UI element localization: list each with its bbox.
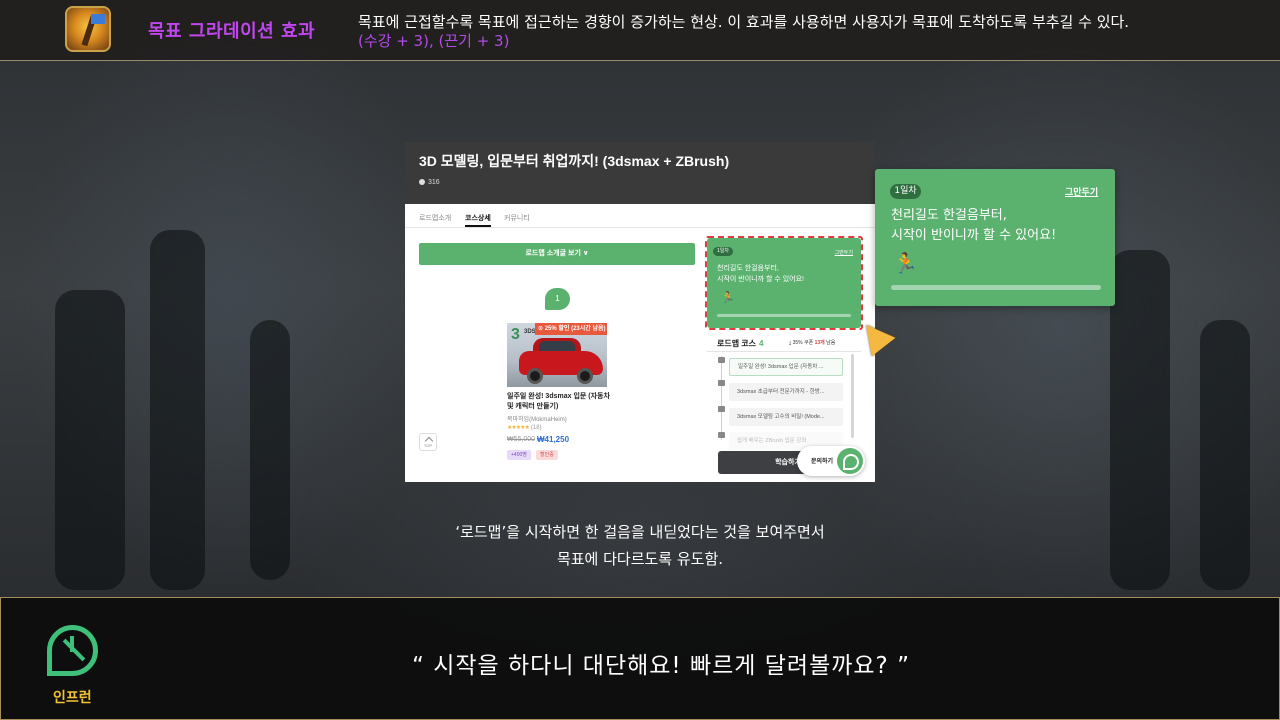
tag-discount: 할인중 bbox=[536, 450, 558, 460]
brand-name: 인프런 bbox=[53, 690, 92, 706]
course-header: 3D 모델링, 입문부터 취업까지! (3dsmax + ZBrush) 316 bbox=[405, 142, 875, 204]
highlight-dashed-frame bbox=[705, 236, 863, 330]
course-card-title[interactable]: 일주일 완성! 3dsmax 입문 (자동차 및 캐릭터 만들기) bbox=[507, 392, 611, 412]
lock-icon bbox=[718, 357, 725, 363]
effect-description: 목표에 근접할수록 목표에 접근하는 경향이 증가하는 현상. 이 효과를 사용… bbox=[358, 13, 1130, 31]
zoom-message-line1: 천리길도 한걸음부터, bbox=[891, 208, 1007, 223]
zoom-quit-button[interactable]: 그만두기 bbox=[1065, 185, 1098, 198]
zoom-progress-bar bbox=[891, 285, 1101, 290]
roadmap-course-count: 4 bbox=[759, 339, 764, 348]
roadmap-scrollbar[interactable] bbox=[851, 354, 854, 438]
caption: ‘로드맵’을 시작하면 한 걸음을 내딛었다는 것을 보여주면서 목표에 다다르… bbox=[330, 519, 950, 573]
effect-stats: (수강 + 3), (끈기 + 3) bbox=[358, 32, 510, 50]
tab-community[interactable]: 커뮤니티 bbox=[504, 213, 530, 223]
zoom-message-line2: 시작이 반이니까 할 수 있어요! bbox=[891, 228, 1057, 243]
course-card-author: 목마히임(MokmaHeim) bbox=[507, 417, 567, 423]
dialog-box: 인프런 “ 시작을 하다니 대단해요! 빠르게 달려볼까요? ” bbox=[0, 597, 1280, 720]
background-streak bbox=[1110, 250, 1170, 590]
divider bbox=[707, 351, 861, 352]
roadmap-track bbox=[721, 356, 722, 440]
effect-header: 목표 그라데이션 효과 목표에 근접할수록 목표에 접근하는 경향이 증가하는 … bbox=[0, 0, 1280, 61]
inquiry-button[interactable]: 문의하기 bbox=[797, 446, 865, 476]
car-wheel bbox=[527, 368, 543, 384]
coupon-suffix: 남음 bbox=[824, 340, 836, 346]
lock-icon bbox=[718, 432, 725, 438]
tab-course-detail[interactable]: 코스상세 bbox=[465, 213, 491, 227]
effect-title: 목표 그라데이션 효과 bbox=[148, 21, 316, 42]
dialog-quote: “ 시작을 하다니 대단해요! 빠르게 달려볼까요? ” bbox=[411, 653, 910, 679]
rating-stars: ★★★★★ bbox=[507, 425, 530, 431]
tag-students: +400명 bbox=[507, 450, 531, 460]
scroll-top-button[interactable]: TOP bbox=[419, 433, 437, 451]
roadmap-course-title: 로드맵 코스 4 bbox=[717, 338, 763, 349]
user-icon bbox=[419, 179, 425, 186]
zoom-day-badge: 1일차 bbox=[890, 184, 921, 199]
inquiry-label: 문의하기 bbox=[811, 459, 834, 465]
thumbnail-number: 3 bbox=[511, 326, 520, 343]
thumbnail-tag: 3DS bbox=[524, 329, 536, 335]
background-streak bbox=[250, 320, 290, 580]
roadmap-course-item[interactable]: 3dsmax 초급부터 전문가까지 - 한방... bbox=[729, 383, 843, 401]
course-title: 3D 모델링, 입문부터 취업까지! (3dsmax + ZBrush) bbox=[419, 153, 730, 169]
tab-roadmap-intro[interactable]: 로드맵소개 bbox=[419, 213, 451, 223]
coupon-prefix: ⤓ 35% 쿠폰 bbox=[789, 340, 815, 346]
roadmap-course-item[interactable]: 3dsmax 모델링 고수의 비밀! (Mode... bbox=[729, 408, 843, 426]
course-rating: ★★★★★ (18) bbox=[507, 424, 542, 431]
caption-line1: ‘로드맵’을 시작하면 한 걸음을 내딛었다는 것을 보여주면서 bbox=[455, 523, 825, 541]
chat-leaf-icon bbox=[837, 448, 863, 474]
course-tabs: 로드맵소개 코스상세 커뮤니티 bbox=[405, 204, 875, 228]
lock-icon bbox=[718, 406, 725, 412]
caption-line2: 목표에 다다르도록 유도함. bbox=[556, 550, 724, 568]
car-wheel bbox=[577, 368, 593, 384]
zoom-popup-message: 천리길도 한걸음부터, 시작이 반이니까 할 수 있어요! bbox=[891, 206, 1101, 246]
rating-count: (18) bbox=[530, 425, 542, 431]
roadmap-course-label: 로드맵 코스 bbox=[717, 339, 757, 348]
student-count-value: 316 bbox=[428, 179, 440, 186]
course-page-screenshot: 3D 모델링, 입문부터 취업까지! (3dsmax + ZBrush) 316… bbox=[405, 142, 875, 482]
background-streak bbox=[55, 290, 125, 590]
coupon-highlight: 13개 bbox=[814, 340, 825, 346]
background-streak bbox=[150, 230, 205, 590]
discount-badge: ⊙ 25% 할인 (23시간 남음) bbox=[535, 323, 607, 335]
lock-icon bbox=[718, 380, 725, 386]
student-count: 316 bbox=[419, 179, 440, 186]
zoomed-roadmap-popup: 1일차 그만두기 천리길도 한걸음부터, 시작이 반이니까 할 수 있어요! 🏃 bbox=[875, 169, 1115, 306]
roadmap-course-item[interactable]: 일주일 완성! 3dsmax 입문 (자동차 ... bbox=[729, 358, 843, 376]
price-sale: ₩41,250 bbox=[537, 435, 570, 444]
roadmap-intro-toggle-button[interactable]: 로드맵 소개글 보기 ∨ bbox=[419, 243, 695, 265]
price-original: ₩55,000 bbox=[507, 436, 536, 443]
runner-icon: 🏃 bbox=[893, 251, 918, 275]
step-number-bubble: 1 bbox=[545, 288, 570, 310]
background-streak bbox=[1200, 320, 1250, 590]
golden-flag-badge-icon bbox=[65, 6, 111, 52]
roadmap-coupon[interactable]: ⤓ 35% 쿠폰 13개 남음 bbox=[789, 339, 835, 346]
